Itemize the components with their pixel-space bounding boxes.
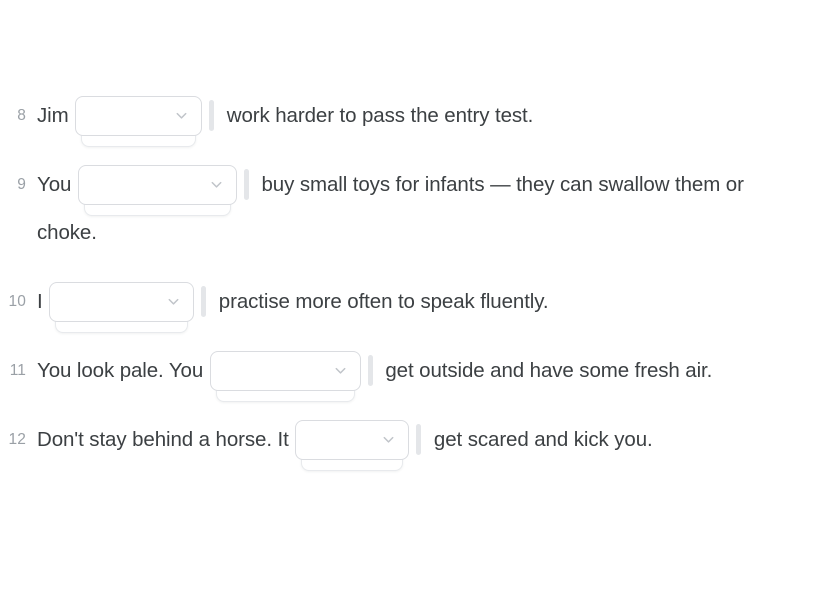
question-number: 11 [9,362,26,379]
question-number: 12 [8,431,26,448]
text-caret-bar[interactable] [416,424,422,456]
question-number: 10 [8,293,26,310]
text-caret-bar[interactable] [209,100,215,132]
chevron-down-icon [176,112,187,119]
question-body: You buy small toys for infants — they ca… [26,161,816,257]
chevron-down-icon [383,436,394,443]
question-row: 12 Don't stay behind a horse. It get scar… [0,416,816,471]
text-caret-bar[interactable] [201,286,207,318]
question-number: 9 [17,176,26,193]
sentence-text-after: get scared and kick you. [428,428,653,451]
question-row: 10 I practise more often to speak fluentl… [0,278,816,333]
answer-dropdown[interactable] [75,95,203,147]
question-body: I practise more often to speak fluently. [26,278,816,333]
chevron-down-icon [211,181,222,188]
answer-dropdown[interactable] [77,164,237,216]
question-body: You look pale. You get outside and have … [26,347,816,402]
question-row: 11 You look pale. You get outside and hav… [0,347,816,402]
answer-dropdown[interactable] [295,419,410,471]
dropdown-control[interactable] [209,350,361,391]
dropdown-control[interactable] [49,281,195,322]
question-body: Don't stay behind a horse. It get scared… [26,416,816,471]
question-row: 9 You buy small toys for infants — they c… [0,161,816,257]
sentence-text-after: work harder to pass the entry test. [221,104,534,127]
dropdown-control[interactable] [295,419,410,460]
answer-dropdown[interactable] [49,281,195,333]
text-caret-bar[interactable] [243,169,249,201]
sentence-text-after: practise more often to speak fluently. [213,290,549,313]
sentence-text-after: get outside and have some fresh air. [379,359,713,382]
sentence-text-before: Don't stay behind a horse. It [37,428,295,451]
question-body: Jim work harder to pass the entry test. [26,92,816,147]
sentence-text-before: Jim [37,104,75,127]
answer-dropdown[interactable] [209,350,361,402]
sentence-text-before: You [37,173,77,196]
question-number: 8 [17,107,26,124]
dropdown-control[interactable] [75,95,203,136]
sentence-text-before: I [37,290,49,313]
question-row: 8 Jim work harder to pass the entry test. [0,92,816,147]
text-caret-bar[interactable] [367,355,373,387]
dropdown-control[interactable] [77,164,237,205]
exercise-list: 8 Jim work harder to pass the entry test.… [0,0,816,471]
chevron-down-icon [335,367,346,374]
sentence-text-before: You look pale. You [37,359,209,382]
chevron-down-icon [168,298,179,305]
